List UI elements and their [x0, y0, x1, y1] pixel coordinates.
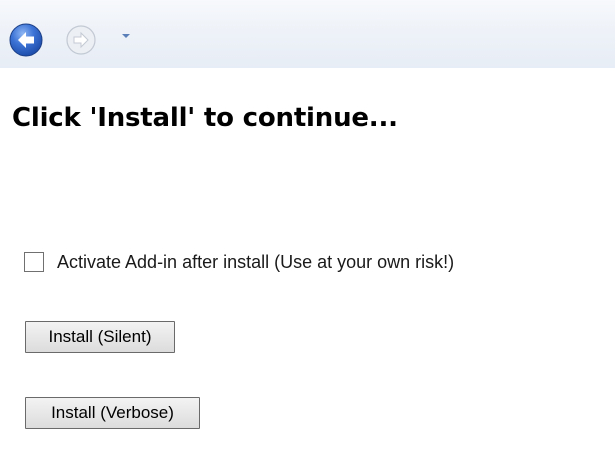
install-verbose-button[interactable]: Install (Verbose): [25, 397, 200, 429]
activate-addin-option[interactable]: Activate Add-in after install (Use at yo…: [24, 249, 454, 275]
back-arrow-icon: [9, 23, 43, 57]
install-silent-button[interactable]: Install (Silent): [25, 321, 175, 353]
chevron-down-icon: [122, 34, 130, 38]
activate-addin-checkbox[interactable]: [24, 252, 44, 272]
forward-arrow-icon: [66, 25, 96, 55]
page: Click 'Install' to continue... Activate …: [0, 0, 615, 466]
checkbox-label: Activate Add-in after install (Use at yo…: [57, 251, 455, 272]
history-dropdown-button[interactable]: [121, 29, 131, 39]
navigation-bar: [0, 0, 615, 68]
page-title: Click 'Install' to continue...: [12, 103, 398, 133]
forward-button[interactable]: [66, 25, 96, 55]
back-button[interactable]: [9, 23, 43, 57]
